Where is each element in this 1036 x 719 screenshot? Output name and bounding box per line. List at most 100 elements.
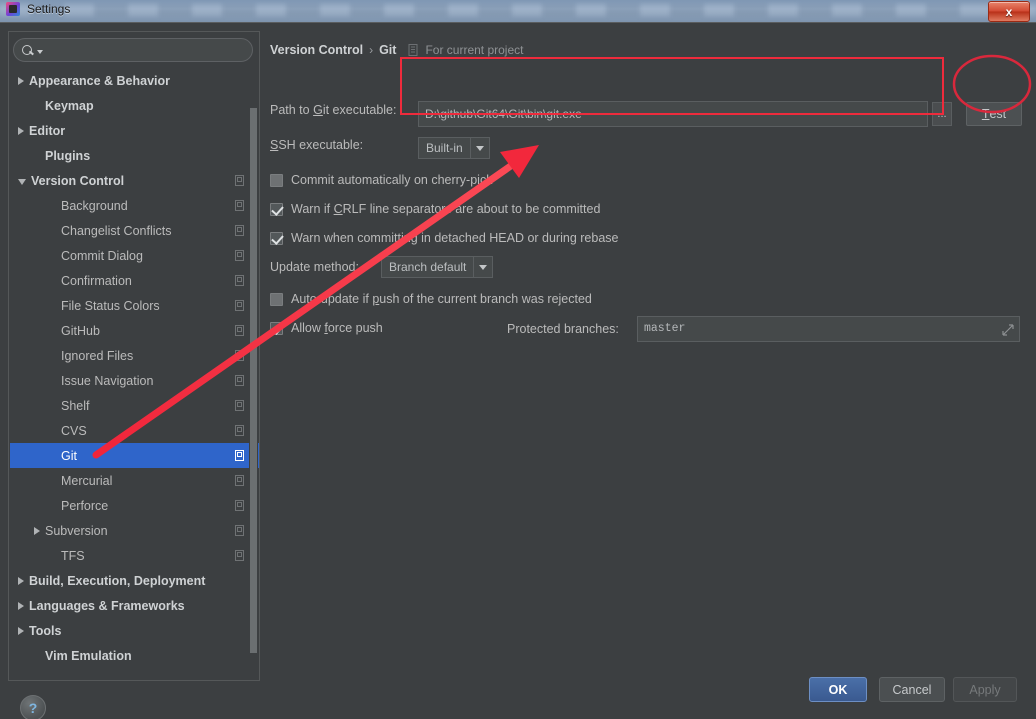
chevron-right-icon[interactable] [18,576,24,585]
update-method-label: Update method: [270,260,359,274]
checkbox-allow-force-push[interactable] [270,321,283,335]
checkbox-commit-cherry-pick[interactable] [270,173,283,187]
browse-button[interactable]: ... [932,102,952,126]
sidebar-item-ignored-files[interactable]: Ignored Files [10,343,259,368]
settings-window: Settings x Appearance & Behavior Keymap Ed… [0,0,1036,719]
settings-tree-list: Appearance & Behavior Keymap Editor Plugins… [10,68,259,668]
checkbox-label-crlf: Warn if CRLF line separators are about t… [291,202,601,216]
protected-branches-field[interactable]: master [637,316,1020,342]
sidebar-item-github[interactable]: GitHub [10,318,259,343]
sidebar-item-label: Confirmation [61,273,132,288]
sidebar-item-label: GitHub [61,323,100,338]
update-method-select[interactable]: Branch default [381,256,494,278]
chevron-right-icon[interactable] [18,126,24,135]
update-method-value: Branch default [389,260,467,274]
sidebar-item-version-control[interactable]: Version Control [10,168,259,193]
breadcrumb-separator: › [369,43,374,57]
sidebar-item-label: TFS [61,548,85,563]
sidebar-item-tfs[interactable]: TFS [10,543,259,568]
sidebar-item-commit-dialog[interactable]: Commit Dialog [10,243,259,268]
sidebar-item-languages-frameworks[interactable]: Languages & Frameworks [10,593,259,618]
search-box[interactable] [13,38,253,62]
window-title: Settings [27,2,71,16]
sidebar-item-appearance-behavior[interactable]: Appearance & Behavior [10,68,259,93]
sidebar-item-confirmation[interactable]: Confirmation [10,268,259,293]
git-path-label-row: Path to Git executable: [270,103,397,117]
config-scope-icon [234,324,246,336]
sidebar-item-label: Subversion [45,523,108,538]
sidebar-item-tools[interactable]: Tools [10,618,259,643]
chevron-down-icon[interactable] [18,178,26,185]
chevron-right-icon[interactable] [34,526,40,535]
sidebar-item-label: Plugins [45,148,91,163]
sidebar-scrollbar-thumb[interactable] [250,108,257,653]
sidebar-item-keymap[interactable]: Keymap [10,93,259,118]
sidebar-item-background[interactable]: Background [10,193,259,218]
title-bar: Settings x [0,0,1036,22]
sidebar-item-shelf[interactable]: Shelf [10,393,259,418]
sidebar-item-issue-navigation[interactable]: Issue Navigation [10,368,259,393]
sidebar-item-plugins[interactable]: Plugins [10,143,259,168]
chevron-right-icon[interactable] [18,601,24,610]
protected-branches-label: Protected branches: [507,322,619,336]
checkbox-row-crlf[interactable]: Warn if CRLF line separators are about t… [270,202,600,216]
sidebar-item-label: Editor [29,123,66,138]
ok-button[interactable]: OK [809,677,867,702]
chevron-down-icon[interactable] [474,257,492,277]
sidebar-item-vim-emulation[interactable]: Vim Emulation [10,643,259,668]
checkbox-label-detached-head: Warn when committing in detached HEAD or… [291,231,619,245]
config-scope-icon [234,524,246,536]
sidebar-item-editor[interactable]: Editor [10,118,259,143]
update-method-row: Update method: [270,260,359,274]
sidebar-item-build-execution-deployment[interactable]: Build, Execution, Deployment [10,568,259,593]
config-scope-icon [234,249,246,261]
chevron-right-icon[interactable] [18,76,24,85]
close-icon[interactable]: x [988,1,1030,22]
sidebar-scrollbar-track[interactable] [249,68,258,678]
checkbox-label-cherry-pick: Commit automatically on cherry-pick [291,173,493,187]
checkbox-warn-crlf[interactable] [270,202,283,216]
sidebar-item-git[interactable]: Git [10,443,259,468]
project-scope-icon [408,44,419,56]
git-path-input[interactable] [418,101,928,127]
protected-branches-value: master [644,322,686,335]
checkbox-row-cherry-pick[interactable]: Commit automatically on cherry-pick [270,173,492,187]
config-scope-icon [234,474,246,486]
help-icon[interactable]: ? [20,695,46,719]
config-scope-icon [234,199,246,211]
config-scope-icon [234,274,246,286]
breadcrumb-current: Git [379,43,397,57]
sidebar-item-label: Appearance & Behavior [29,73,171,88]
sidebar-item-label: Version Control [31,173,125,188]
sidebar-item-label: Vim Emulation [45,648,132,663]
checkbox-warn-detached-head[interactable] [270,231,283,245]
expand-editor-icon[interactable] [1002,323,1014,341]
search-icon [22,44,35,57]
checkbox-row-detached-head[interactable]: Warn when committing in detached HEAD or… [270,231,618,245]
sidebar-item-label: Build, Execution, Deployment [29,573,206,588]
git-settings-panel: Version Control › Git For current projec… [262,31,1028,681]
test-button[interactable]: Test [966,102,1022,126]
cancel-button[interactable]: Cancel [879,677,945,702]
breadcrumb-parent[interactable]: Version Control [270,43,363,57]
sidebar-item-perforce[interactable]: Perforce [10,493,259,518]
sidebar-item-cvs[interactable]: CVS [10,418,259,443]
sidebar-item-mercurial[interactable]: Mercurial [10,468,259,493]
chevron-right-icon[interactable] [18,626,24,635]
sidebar-item-label: File Status Colors [61,298,160,313]
config-scope-icon [234,549,246,561]
checkbox-auto-update[interactable] [270,292,283,306]
checkbox-row-auto-update[interactable]: Auto-update if push of the current branc… [270,292,592,306]
search-input[interactable] [43,42,244,58]
checkbox-row-allow-force-push[interactable]: Allow force push [270,321,383,335]
chevron-down-icon[interactable] [471,138,489,158]
search-field-wrapper [13,38,253,62]
git-path-label: Path to Git executable: [270,103,397,117]
sidebar-item-label: Issue Navigation [61,373,154,388]
sidebar-item-file-status-colors[interactable]: File Status Colors [10,293,259,318]
sidebar-item-changelist-conflicts[interactable]: Changelist Conflicts [10,218,259,243]
title-bar-left: Settings [6,2,70,16]
protected-branches-row: Protected branches: [507,322,619,336]
ssh-executable-select[interactable]: Built-in [418,137,490,159]
sidebar-item-subversion[interactable]: Subversion [10,518,259,543]
